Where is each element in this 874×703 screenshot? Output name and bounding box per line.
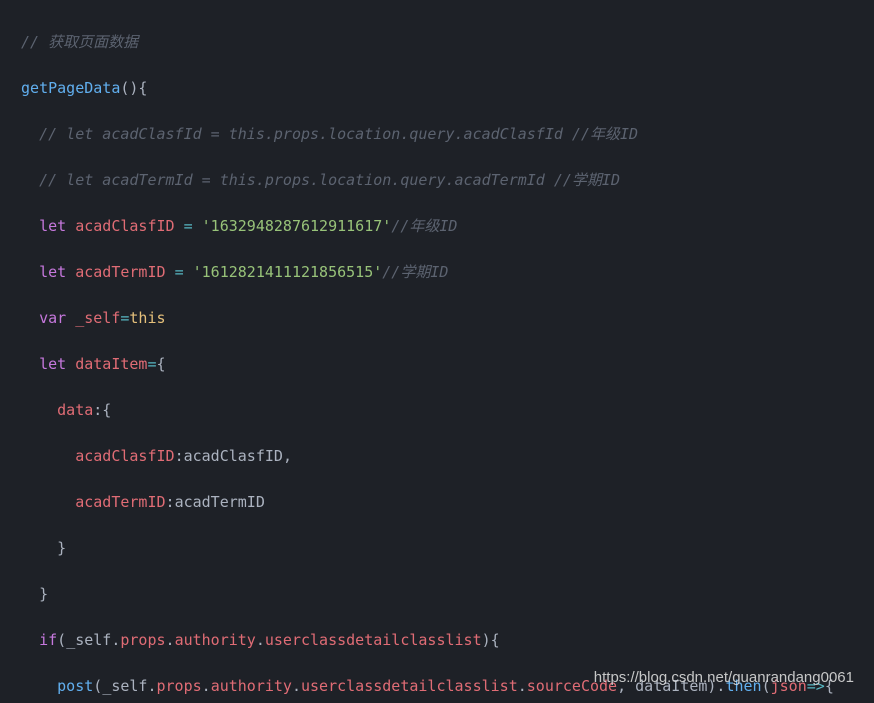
code-line: // let acadClasfId = this.props.location…	[12, 123, 874, 146]
code-line: }	[12, 583, 874, 606]
watermark-text: https://blog.csdn.net/guanrandang0061	[594, 666, 854, 689]
code-line: let dataItem={	[12, 353, 874, 376]
function-name: getPageData	[21, 79, 120, 97]
code-editor[interactable]: // 获取页面数据 getPageData(){ // let acadClas…	[0, 0, 874, 703]
comment-text: // let acadClasfId = this.props.location…	[39, 125, 638, 143]
code-line: acadTermID:acadTermID	[12, 491, 874, 514]
code-line: // let acadTermId = this.props.location.…	[12, 169, 874, 192]
code-line: acadClasfID:acadClasfID,	[12, 445, 874, 468]
code-line: let acadTermID = '1612821411121856515'//…	[12, 261, 874, 284]
code-line: data:{	[12, 399, 874, 422]
comment-text: // let acadTermId = this.props.location.…	[39, 171, 620, 189]
code-line: }	[12, 537, 874, 560]
code-line: let acadClasfID = '1632948287612911617'/…	[12, 215, 874, 238]
code-line: // 获取页面数据	[12, 31, 874, 54]
code-line: getPageData(){	[12, 77, 874, 100]
comment-text: // 获取页面数据	[21, 33, 138, 51]
code-line: var _self=this	[12, 307, 874, 330]
code-line: if(_self.props.authority.userclassdetail…	[12, 629, 874, 652]
